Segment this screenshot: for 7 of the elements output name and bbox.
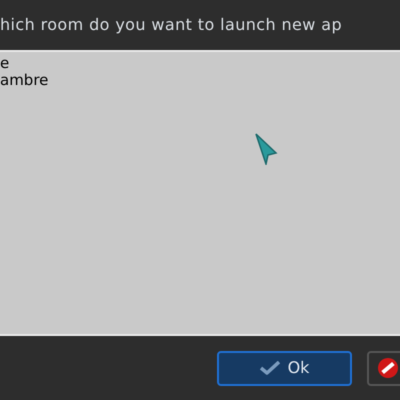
room-item[interactable]: e (0, 55, 10, 72)
room-item[interactable]: ambre (0, 72, 48, 89)
no-entry-icon (377, 357, 399, 379)
ok-button[interactable]: Ok (217, 350, 352, 386)
checkmark-icon (260, 361, 280, 375)
prompt-text: hich room do you want to launch new ap (0, 14, 342, 36)
mouse-pointer-icon (254, 133, 278, 165)
